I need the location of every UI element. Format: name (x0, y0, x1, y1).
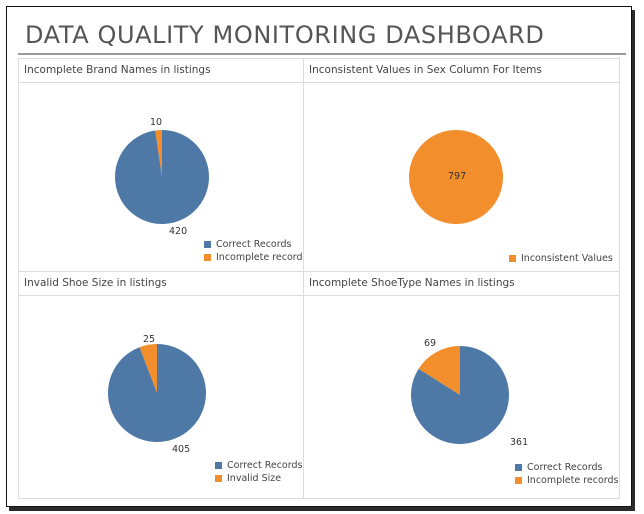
legend-item[interactable]: Correct Records (515, 461, 619, 474)
data-label-incomplete: 69 (424, 338, 437, 349)
data-label-invalid: 25 (143, 334, 156, 345)
panel-shoetype-names: Incomplete ShoeType Names in listings 69… (303, 271, 620, 499)
data-label-correct: 361 (510, 437, 529, 448)
panel-sex-column: Inconsistent Values in Sex Column For It… (303, 58, 620, 272)
title-divider (18, 53, 626, 55)
legend: Correct Records Incomplete records (515, 461, 619, 487)
legend-item[interactable]: Correct Records (204, 238, 308, 251)
legend-label: Correct Records (527, 462, 603, 473)
legend-label: Invalid Size (227, 473, 282, 484)
legend-swatch (204, 241, 211, 248)
legend-label: Incomplete records (216, 252, 308, 263)
legend-swatch (509, 255, 516, 262)
panel-shoe-size: Invalid Shoe Size in listings 25 405 Cor… (18, 271, 308, 499)
panel-title: Incomplete Brand Names in listings (19, 59, 307, 83)
legend-swatch (215, 462, 222, 469)
legend: Inconsistent Values (509, 252, 613, 265)
pie-slice-correct-records[interactable] (115, 130, 209, 224)
pie-chart-shoetype-names[interactable] (411, 346, 511, 446)
page-title: DATA QUALITY MONITORING DASHBOARD (25, 21, 545, 49)
panel-title: Inconsistent Values in Sex Column For It… (304, 59, 619, 83)
data-label-inconsistent: 797 (448, 171, 467, 182)
legend-item[interactable]: Incomplete records (515, 474, 619, 487)
data-label-correct: 405 (172, 444, 191, 455)
legend-label: Correct Records (216, 239, 292, 250)
legend-item[interactable]: Invalid Size (215, 472, 302, 485)
data-label-incomplete: 10 (150, 117, 163, 128)
legend-label: Correct Records (227, 460, 303, 471)
legend-swatch (204, 254, 211, 261)
data-label-correct: 420 (169, 226, 188, 237)
legend: Correct Records Invalid Size (215, 459, 302, 485)
legend-swatch (515, 477, 522, 484)
legend-item[interactable]: Incomplete records (204, 251, 308, 264)
legend-label: Incomplete records (527, 475, 619, 486)
legend-item[interactable]: Inconsistent Values (509, 252, 613, 265)
legend-label: Inconsistent Values (521, 253, 613, 264)
pie-chart-shoe-size[interactable] (108, 344, 208, 444)
legend-item[interactable]: Correct Records (215, 459, 302, 472)
legend-swatch (215, 475, 222, 482)
legend-swatch (515, 464, 522, 471)
dashboard-frame: DATA QUALITY MONITORING DASHBOARD Incomp… (6, 6, 632, 507)
panel-title: Incomplete ShoeType Names in listings (304, 272, 619, 296)
panel-brand-names: Incomplete Brand Names in listings 10 42… (18, 58, 308, 272)
legend: Correct Records Incomplete records (204, 238, 308, 264)
panel-title: Invalid Shoe Size in listings (19, 272, 307, 296)
pie-chart-brand-names[interactable] (115, 130, 211, 226)
pie-slice-correct-records[interactable] (108, 344, 206, 442)
